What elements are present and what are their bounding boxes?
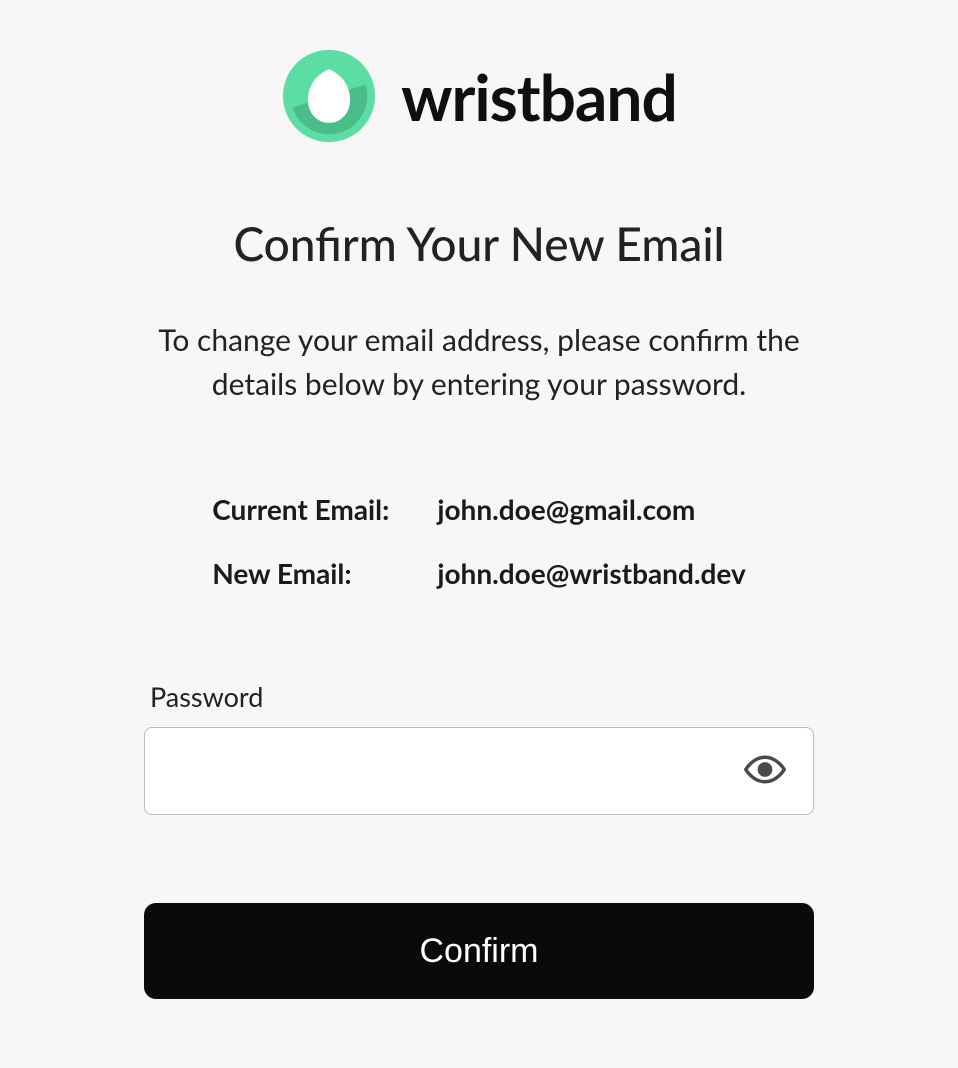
current-email-label: Current Email: <box>200 478 423 540</box>
email-details: Current Email: john.doe@gmail.com New Em… <box>198 476 760 606</box>
eye-icon <box>744 749 786 794</box>
password-input-wrapper <box>144 727 814 815</box>
current-email-value: john.doe@gmail.com <box>425 478 757 540</box>
page-description: To change your email address, please con… <box>129 319 829 406</box>
password-form-group: Password <box>144 680 814 815</box>
toggle-password-visibility-button[interactable] <box>738 743 792 800</box>
brand-name: wristband <box>401 58 677 135</box>
new-email-label: New Email: <box>200 542 423 604</box>
wristband-logo-icon <box>281 48 377 144</box>
brand-header: wristband <box>281 48 677 144</box>
new-email-value: john.doe@wristband.dev <box>425 542 757 604</box>
password-input[interactable] <box>144 727 814 815</box>
password-label: Password <box>144 680 814 713</box>
page-title: Confirm Your New Email <box>233 216 724 271</box>
confirm-button[interactable]: Confirm <box>144 903 814 999</box>
